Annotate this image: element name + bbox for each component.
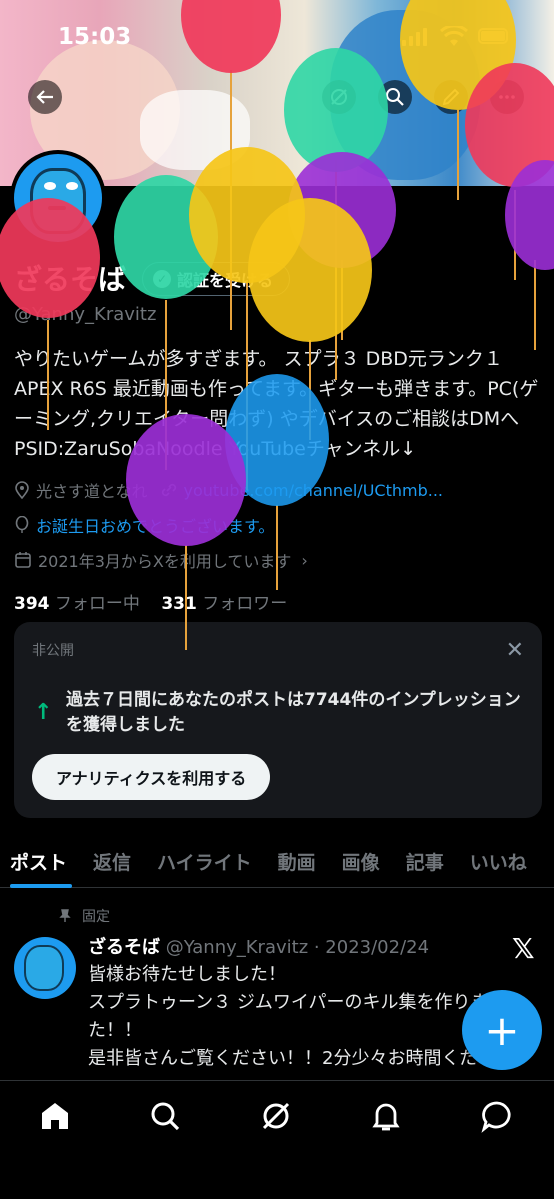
profile-location: 光さす道となれ	[36, 482, 148, 501]
grok-button[interactable]	[322, 80, 356, 114]
pin-icon	[59, 909, 71, 922]
pinned-indicator: 固定	[58, 906, 110, 926]
tab-likes[interactable]: いいね	[457, 834, 540, 888]
search-icon[interactable]	[148, 1099, 182, 1133]
private-label: 非公開	[32, 643, 74, 659]
banner-art-center	[140, 90, 250, 170]
compose-post-button[interactable]: +	[462, 990, 542, 1070]
grok-icon[interactable]	[259, 1099, 293, 1133]
edit-profile-button[interactable]	[434, 80, 468, 114]
following-label: フォロー中	[54, 594, 140, 614]
profile-joined-row[interactable]: 2021年3月からXを利用しています ›	[14, 548, 308, 572]
status-bar: 15:03	[0, 0, 554, 74]
search-icon	[386, 88, 404, 106]
chat-icon[interactable]	[480, 1099, 514, 1133]
post-avatar[interactable]	[14, 937, 76, 999]
profile-name: ざるそば	[14, 263, 127, 296]
profile-tabs: ポスト 返信 ハイライト 動画 画像 記事 いいね	[0, 834, 554, 888]
following-link[interactable]: 394 フォロー中	[14, 594, 140, 614]
post-header: ざるそば @Yanny_Kravitz · 2023/02/24	[88, 933, 429, 959]
post-author[interactable]: ざるそば	[88, 937, 160, 958]
profile-birthday: お誕生日おめでとうございます。	[36, 517, 275, 536]
followers-count: 331	[161, 594, 197, 614]
signal-icon	[402, 28, 428, 46]
tab-media[interactable]: 画像	[329, 834, 393, 888]
analytics-card: 非公開 ✕ ↑ 過去７日間にあなたのポストは7744件のインプレッションを獲得し…	[14, 622, 542, 818]
balloon	[505, 160, 554, 350]
tab-videos[interactable]: 動画	[265, 834, 329, 888]
avatar-eye-left	[44, 182, 56, 190]
tab-articles[interactable]: 記事	[393, 834, 457, 888]
post-line: 皆様お待たせしました！	[88, 964, 286, 985]
close-icon[interactable]: ✕	[506, 638, 524, 663]
use-analytics-button[interactable]: アナリティクスを利用する	[32, 754, 271, 800]
more-button[interactable]	[490, 80, 524, 114]
post-avatar-face	[24, 945, 64, 991]
followers-label: フォロワー	[202, 594, 288, 614]
arrow-up-icon: ↑	[34, 700, 53, 725]
profile-joined: 2021年3月からXを利用しています	[38, 552, 292, 571]
profile-avatar[interactable]	[10, 150, 106, 246]
link-icon	[161, 483, 176, 497]
impressions-message: 過去７日間にあなたのポストは7744件のインプレッションを獲得しました	[66, 690, 521, 735]
get-verified-button[interactable]: ✓ 認証を受ける	[142, 262, 291, 296]
tab-highlights[interactable]: ハイライト	[144, 834, 265, 888]
balloon-icon	[15, 516, 29, 533]
tab-replies[interactable]: 返信	[80, 834, 144, 888]
tab-posts[interactable]: ポスト	[0, 834, 80, 888]
profile-website-link[interactable]: youtube.com/channel/UCthmb...	[184, 481, 443, 500]
profile-bio: やりたいゲームが多すぎます。 スプラ３ DBD元ランク１ APEX R6S 最近…	[14, 348, 539, 460]
wifi-icon	[440, 26, 468, 46]
following-count: 394	[14, 594, 50, 614]
grok-icon	[331, 89, 347, 105]
back-arrow-icon	[36, 90, 53, 104]
bell-icon[interactable]	[369, 1099, 403, 1133]
profile-birthday-row: お誕生日おめでとうございます。	[14, 513, 274, 537]
profile-location-row: 光さす道となれ youtube.com/channel/UCthmb...	[14, 478, 443, 502]
avatar-eye-right	[66, 182, 78, 190]
home-icon[interactable]	[38, 1099, 72, 1133]
location-icon	[15, 481, 29, 499]
post-handle-date: @Yanny_Kravitz · 2023/02/24	[165, 937, 430, 958]
avatar-mouth	[48, 206, 66, 210]
pinned-label: 固定	[82, 909, 110, 925]
status-time: 15:03	[58, 24, 132, 50]
profile-handle: @Yanny_Kravitz	[14, 304, 157, 325]
battery-icon	[478, 28, 508, 44]
more-icon	[499, 95, 515, 99]
search-button[interactable]	[378, 80, 412, 114]
edit-icon	[442, 88, 460, 106]
calendar-icon	[15, 552, 31, 568]
get-verified-label: 認証を受ける	[177, 271, 274, 290]
back-button[interactable]	[28, 80, 62, 114]
chevron-right-icon: ›	[301, 550, 308, 570]
verified-check-icon: ✓	[153, 270, 171, 288]
bottom-navigation	[0, 1080, 554, 1199]
follow-stats: 394 フォロー中 331 フォロワー	[14, 589, 287, 614]
followers-link[interactable]: 331 フォロワー	[161, 594, 287, 614]
avatar-face	[30, 168, 86, 234]
